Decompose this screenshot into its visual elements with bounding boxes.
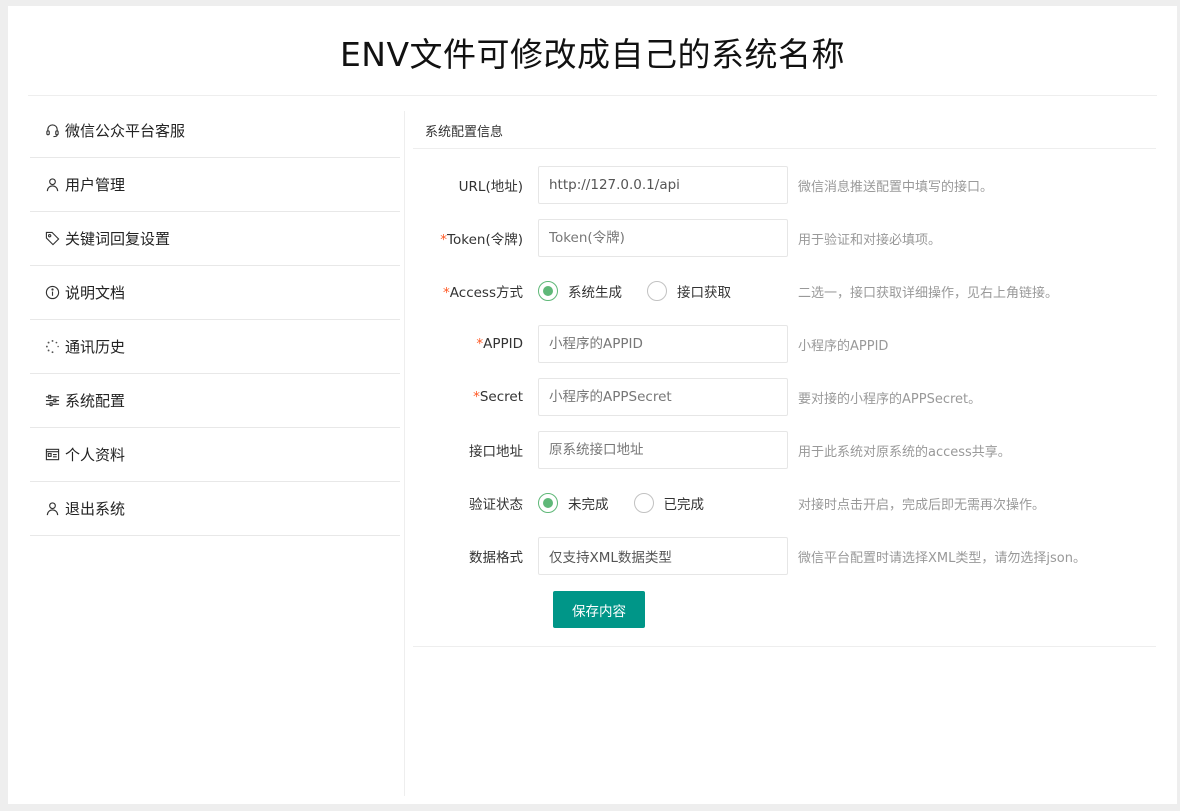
url-tip: 微信消息推送配置中填写的接口。 (798, 179, 994, 195)
appid-label: *APPID (476, 336, 523, 352)
sidebar-item-keyword-reply[interactable]: 关键词回复设置 (30, 212, 400, 266)
sidebar-item-history[interactable]: 通讯历史 (30, 320, 400, 374)
sidebar-item-label: 说明文档 (65, 284, 126, 302)
verify-tip: 对接时点击开启，完成后即无需再次操作。 (798, 497, 1046, 513)
info-icon (44, 285, 60, 301)
url-label: URL(地址) (458, 179, 523, 195)
form-row-format: 数据格式 微信平台配置时请选择XML类型，请勿选择json。 (413, 537, 1156, 575)
panel-title: 系统配置信息 (413, 113, 1156, 149)
form-row-token: *Token(令牌) 用于验证和对接必填项。 (413, 219, 1156, 257)
appid-tip: 小程序的APPID (798, 338, 889, 354)
api-address-label: 接口地址 (469, 444, 523, 460)
token-label: *Token(令牌) (440, 232, 523, 248)
form-row-url: URL(地址) 微信消息推送配置中填写的接口。 (413, 166, 1156, 204)
access-radio-group: 系统生成 接口获取 (538, 281, 788, 301)
headset-icon (44, 123, 60, 139)
format-label: 数据格式 (469, 550, 523, 566)
form-row-secret: *Secret 要对接的小程序的APPSecret。 (413, 378, 1156, 416)
sidebar: 微信公众平台客服 用户管理 关键词回复设置 说明文档 通讯历史 系统配置 个人资… (30, 104, 400, 536)
access-tip: 二选一，接口获取详细操作，见右上角链接。 (798, 285, 1059, 301)
secret-tip: 要对接的小程序的APPSecret。 (798, 391, 982, 407)
sidebar-item-label: 关键词回复设置 (65, 230, 171, 248)
form-row-verify: 验证状态 未完成 已完成 对接时点击开启，完成后即无需再次操作。 (413, 484, 1156, 522)
sidebar-item-label: 退出系统 (65, 500, 126, 518)
sidebar-item-wechat-service[interactable]: 微信公众平台客服 (30, 104, 400, 158)
url-input[interactable] (538, 166, 788, 204)
access-radio-api[interactable]: 接口获取 (647, 281, 731, 301)
sidebar-item-label: 通讯历史 (65, 338, 126, 356)
id-card-icon (44, 447, 60, 463)
page: ENV文件可修改成自己的系统名称 微信公众平台客服 用户管理 关键词回复设置 说… (8, 6, 1177, 804)
sidebar-item-system-config[interactable]: 系统配置 (30, 374, 400, 428)
verify-radio-group: 未完成 已完成 (538, 493, 788, 513)
sliders-icon (44, 393, 60, 409)
loading-icon (44, 339, 60, 355)
sidebar-item-label: 系统配置 (65, 392, 126, 410)
sidebar-item-users[interactable]: 用户管理 (30, 158, 400, 212)
config-panel: 系统配置信息 URL(地址) 微信消息推送配置中填写的接口。 *Token(令牌… (413, 113, 1156, 647)
page-title: ENV文件可修改成自己的系统名称 (339, 34, 846, 74)
api-address-input[interactable] (538, 431, 788, 469)
verify-radio-complete[interactable]: 已完成 (633, 493, 704, 513)
verify-label: 验证状态 (469, 497, 523, 513)
form-row-appid: *APPID 小程序的APPID (413, 325, 1156, 363)
radio-circle-checked (538, 281, 558, 301)
format-input[interactable] (538, 537, 788, 575)
sidebar-item-label: 用户管理 (65, 176, 126, 194)
radio-circle (633, 493, 654, 513)
radio-circle (647, 281, 667, 301)
secret-label: *Secret (473, 389, 523, 405)
api-address-tip: 用于此系统对原系统的access共享。 (798, 444, 1011, 460)
sidebar-item-profile[interactable]: 个人资料 (30, 428, 400, 482)
sidebar-item-docs[interactable]: 说明文档 (30, 266, 400, 320)
sidebar-item-label: 个人资料 (65, 446, 126, 464)
token-tip: 用于验证和对接必填项。 (798, 232, 942, 248)
vertical-divider (404, 111, 405, 796)
header: ENV文件可修改成自己的系统名称 (28, 6, 1157, 96)
user-icon (44, 177, 60, 193)
save-button[interactable]: 保存内容 (553, 591, 645, 628)
access-radio-system[interactable]: 系统生成 (538, 281, 622, 301)
appid-input[interactable] (538, 325, 788, 363)
form-row-api-address: 接口地址 用于此系统对原系统的access共享。 (413, 431, 1156, 469)
secret-input[interactable] (538, 378, 788, 416)
sidebar-item-label: 微信公众平台客服 (65, 122, 186, 140)
token-input[interactable] (538, 219, 788, 257)
user-icon (44, 501, 60, 517)
radio-circle-checked (538, 493, 558, 513)
form-row-access: *Access方式 系统生成 接口获取 二选一，接口获取详细操作，见右上角链接。 (413, 272, 1156, 310)
tag-icon (44, 231, 60, 247)
verify-radio-incomplete[interactable]: 未完成 (538, 493, 609, 513)
format-tip: 微信平台配置时请选择XML类型，请勿选择json。 (798, 550, 1086, 566)
access-label: *Access方式 (443, 285, 523, 301)
sidebar-item-logout[interactable]: 退出系统 (30, 482, 400, 536)
